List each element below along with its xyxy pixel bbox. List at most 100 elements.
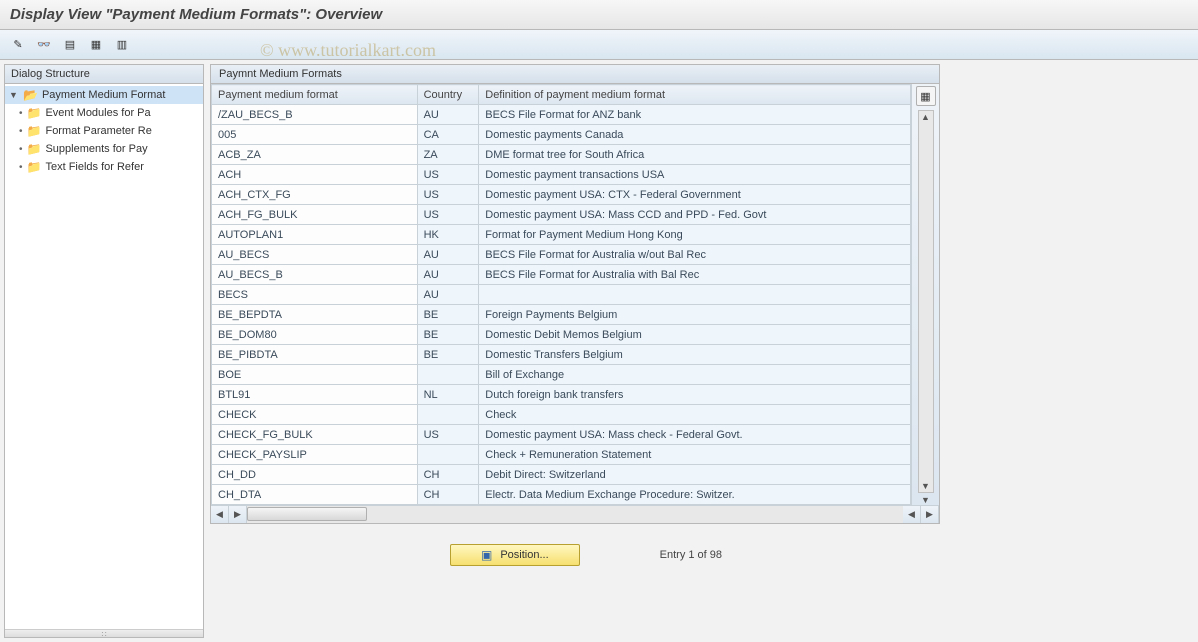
cell-country[interactable]: HK (417, 225, 479, 245)
toolbar-export-button[interactable]: ▦ (86, 35, 106, 55)
cell-definition[interactable]: Domestic payment transactions USA (479, 165, 911, 185)
cell-format[interactable]: /ZAU_BECS_B (212, 105, 418, 125)
cell-country[interactable]: AU (417, 105, 479, 125)
table-row[interactable]: AUTOPLAN1HKFormat for Payment Medium Hon… (212, 225, 911, 245)
cell-format[interactable]: CH_DTA (212, 485, 418, 505)
tree-item-event-modules[interactable]: • 📁 Event Modules for Pa (5, 104, 203, 122)
table-row[interactable]: CH_DDCHDebit Direct: Switzerland (212, 465, 911, 485)
hscroll-right-icon[interactable]: ◀ (903, 506, 921, 523)
hscroll-left-icon[interactable]: ◀ (211, 506, 229, 523)
col-header-definition[interactable]: Definition of payment medium format (479, 85, 911, 105)
cell-definition[interactable]: Domestic payment USA: Mass check - Feder… (479, 425, 911, 445)
cell-format[interactable]: 005 (212, 125, 418, 145)
cell-format[interactable]: BOE (212, 365, 418, 385)
cell-format[interactable]: BE_DOM80 (212, 325, 418, 345)
cell-country[interactable] (417, 405, 479, 425)
toolbar-table-button[interactable]: ▥ (112, 35, 132, 55)
cell-country[interactable]: US (417, 205, 479, 225)
cell-format[interactable]: ACB_ZA (212, 145, 418, 165)
cell-definition[interactable]: Dutch foreign bank transfers (479, 385, 911, 405)
cell-definition[interactable]: BECS File Format for Australia w/out Bal… (479, 245, 911, 265)
hscroll-track[interactable] (247, 506, 903, 523)
cell-country[interactable]: NL (417, 385, 479, 405)
col-header-country[interactable]: Country (417, 85, 479, 105)
table-row[interactable]: BE_DOM80BEDomestic Debit Memos Belgium (212, 325, 911, 345)
toolbar-change-button[interactable]: ✎ (8, 35, 28, 55)
scroll-up-icon[interactable]: ▲ (921, 112, 930, 122)
cell-country[interactable] (417, 365, 479, 385)
hscroll-left2-icon[interactable]: ▶ (229, 506, 247, 523)
cell-country[interactable]: CH (417, 465, 479, 485)
cell-country[interactable]: BE (417, 305, 479, 325)
table-row[interactable]: ACH_FG_BULKUSDomestic payment USA: Mass … (212, 205, 911, 225)
col-header-format[interactable]: Payment medium format (212, 85, 418, 105)
table-row[interactable]: CHECK Check (212, 405, 911, 425)
table-row[interactable]: CHECK_PAYSLIP Check + Remuneration Statem… (212, 445, 911, 465)
cell-country[interactable]: AU (417, 245, 479, 265)
cell-country[interactable]: BE (417, 325, 479, 345)
cell-definition[interactable]: Format for Payment Medium Hong Kong (479, 225, 911, 245)
cell-format[interactable]: BTL91 (212, 385, 418, 405)
hscroll-thumb[interactable] (247, 507, 367, 521)
table-row[interactable]: CHECK_FG_BULKUSDomestic payment USA: Mas… (212, 425, 911, 445)
cell-format[interactable]: AUTOPLAN1 (212, 225, 418, 245)
toolbar-selectall-button[interactable]: ▤ (60, 35, 80, 55)
cell-definition[interactable]: DME format tree for South Africa (479, 145, 911, 165)
tree-item-format-parameter[interactable]: • 📁 Format Parameter Re (5, 122, 203, 140)
cell-definition[interactable]: BECS File Format for Australia with Bal … (479, 265, 911, 285)
table-row[interactable]: 005CADomestic payments Canada (212, 125, 911, 145)
cell-definition[interactable]: BECS File Format for ANZ bank (479, 105, 911, 125)
sidebar-splitter[interactable]: ∷ (5, 629, 203, 637)
table-row[interactable]: ACB_ZAZADME format tree for South Africa (212, 145, 911, 165)
cell-format[interactable]: ACH_FG_BULK (212, 205, 418, 225)
hscroll-right2-icon[interactable]: ▶ (921, 506, 939, 523)
cell-country[interactable]: US (417, 165, 479, 185)
table-row[interactable]: ACHUSDomestic payment transactions USA (212, 165, 911, 185)
cell-format[interactable]: BECS (212, 285, 418, 305)
table-row[interactable]: BOE Bill of Exchange (212, 365, 911, 385)
tree-item-text-fields[interactable]: • 📁 Text Fields for Refer (5, 158, 203, 176)
table-row[interactable]: BTL91NLDutch foreign bank transfers (212, 385, 911, 405)
cell-country[interactable]: BE (417, 345, 479, 365)
cell-format[interactable]: CHECK_PAYSLIP (212, 445, 418, 465)
toolbar-display-button[interactable]: 👓 (34, 35, 54, 55)
cell-definition[interactable]: Bill of Exchange (479, 365, 911, 385)
cell-format[interactable]: BE_PIBDTA (212, 345, 418, 365)
cell-country[interactable] (417, 445, 479, 465)
cell-country[interactable]: AU (417, 265, 479, 285)
cell-format[interactable]: CHECK_FG_BULK (212, 425, 418, 445)
cell-definition[interactable]: Domestic payment USA: CTX - Federal Gove… (479, 185, 911, 205)
table-row[interactable]: AU_BECS_BAUBECS File Format for Australi… (212, 265, 911, 285)
scroll-down2-icon[interactable]: ▼ (921, 495, 930, 505)
cell-format[interactable]: ACH_CTX_FG (212, 185, 418, 205)
cell-definition[interactable]: Check (479, 405, 911, 425)
cell-definition[interactable]: Debit Direct: Switzerland (479, 465, 911, 485)
cell-country[interactable]: CA (417, 125, 479, 145)
cell-definition[interactable]: Domestic payments Canada (479, 125, 911, 145)
horizontal-scrollbar[interactable]: ◀ ▶ ◀ ▶ (211, 505, 939, 523)
cell-definition[interactable] (479, 285, 911, 305)
cell-definition[interactable]: Domestic Debit Memos Belgium (479, 325, 911, 345)
cell-definition[interactable]: Check + Remuneration Statement (479, 445, 911, 465)
cell-format[interactable]: CHECK (212, 405, 418, 425)
table-row[interactable]: BECSAU (212, 285, 911, 305)
cell-country[interactable]: ZA (417, 145, 479, 165)
table-settings-button[interactable]: ▦ (916, 86, 936, 106)
table-row[interactable]: BE_PIBDTABEDomestic Transfers Belgium (212, 345, 911, 365)
cell-definition[interactable]: Domestic Transfers Belgium (479, 345, 911, 365)
tree-root-payment-medium-formats[interactable]: ▼ 📂 Payment Medium Format (5, 86, 203, 104)
position-button[interactable]: ▣ Position... (450, 544, 580, 566)
table-row[interactable]: CH_DTACHElectr. Data Medium Exchange Pro… (212, 485, 911, 505)
cell-country[interactable]: CH (417, 485, 479, 505)
cell-country[interactable]: US (417, 185, 479, 205)
vertical-scrollbar[interactable]: ▲ ▼ (918, 110, 934, 493)
cell-format[interactable]: CH_DD (212, 465, 418, 485)
table-row[interactable]: ACH_CTX_FGUSDomestic payment USA: CTX - … (212, 185, 911, 205)
cell-definition[interactable]: Domestic payment USA: Mass CCD and PPD -… (479, 205, 911, 225)
cell-country[interactable]: US (417, 425, 479, 445)
cell-format[interactable]: BE_BEPDTA (212, 305, 418, 325)
table-row[interactable]: /ZAU_BECS_BAUBECS File Format for ANZ ba… (212, 105, 911, 125)
tree-item-supplements[interactable]: • 📁 Supplements for Pay (5, 140, 203, 158)
cell-format[interactable]: AU_BECS (212, 245, 418, 265)
table-row[interactable]: BE_BEPDTABEForeign Payments Belgium (212, 305, 911, 325)
